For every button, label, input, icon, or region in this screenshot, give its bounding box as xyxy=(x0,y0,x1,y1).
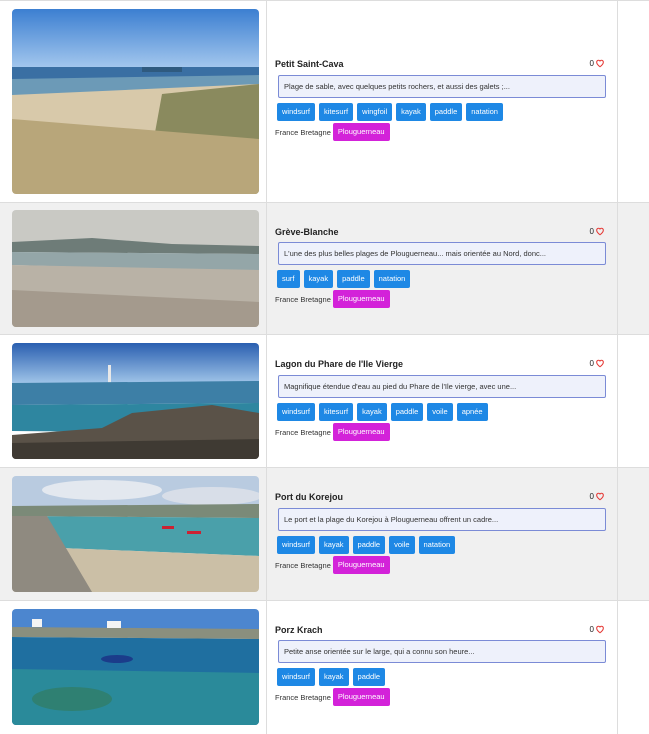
beach-info: Lagon du Phare de l'Ile Vierge 0 Magnifi… xyxy=(268,335,618,467)
list-item[interactable]: Grève-Blanche 0 L'une des plus belles pl… xyxy=(0,202,649,334)
beach-info: Port du Korejou 0 Le port et la plage du… xyxy=(268,468,618,600)
tag-windsurf[interactable]: windsurf xyxy=(277,103,315,121)
beach-title[interactable]: Port du Korejou xyxy=(275,492,343,502)
beach-photo[interactable] xyxy=(12,9,259,194)
like-counter[interactable]: 0 xyxy=(590,491,605,501)
beach-description: L'une des plus belles plages de Plouguer… xyxy=(278,242,606,265)
beach-info: Porz Krach 0 Petite anse orientée sur le… xyxy=(268,601,618,734)
beach-info: Grève-Blanche 0 L'une des plus belles pl… xyxy=(268,203,618,334)
list-item[interactable]: Petit Saint-Cava 0 Plage de sable, avec … xyxy=(0,0,649,202)
tag-voile[interactable]: voile xyxy=(427,403,453,421)
photo-cell xyxy=(0,1,267,202)
photo-cell xyxy=(0,335,267,467)
tag-paddle[interactable]: paddle xyxy=(337,270,370,288)
like-counter[interactable]: 0 xyxy=(590,358,605,368)
beach-description: Magnifique étendue d'eau au pied du Phar… xyxy=(278,375,606,398)
tag-paddle[interactable]: paddle xyxy=(352,668,386,686)
tag-windsurf[interactable]: windsurf xyxy=(277,536,315,554)
tag-natation[interactable]: natation xyxy=(418,536,456,554)
tag-kitesurf[interactable]: kitesurf xyxy=(318,103,354,121)
like-counter[interactable]: 0 xyxy=(590,624,605,634)
tag-kitesurf[interactable]: kitesurf xyxy=(318,403,354,421)
like-count: 0 xyxy=(589,226,594,236)
activity-tags: surf kayak paddle natation xyxy=(277,270,411,288)
city-badge[interactable]: Plouguerneau xyxy=(332,423,390,441)
beach-photo[interactable] xyxy=(12,476,259,592)
activity-tags: windsurf kitesurf kayak paddle voile apn… xyxy=(277,403,488,421)
beach-photo[interactable] xyxy=(12,609,259,725)
like-count: 0 xyxy=(589,624,594,634)
location-region: France Bretagne xyxy=(275,560,331,570)
tag-paddle[interactable]: paddle xyxy=(390,403,424,421)
location: France Bretagne Plouguerneau xyxy=(275,423,390,441)
city-badge[interactable]: Plouguerneau xyxy=(332,688,390,706)
beach-title[interactable]: Lagon du Phare de l'Ile Vierge xyxy=(275,359,403,369)
tag-kayak[interactable]: kayak xyxy=(357,403,387,421)
beach-info: Petit Saint-Cava 0 Plage de sable, avec … xyxy=(268,1,618,202)
location: France Bretagne Plouguerneau xyxy=(275,123,390,141)
beach-photo[interactable] xyxy=(12,210,259,327)
location-region: France Bretagne xyxy=(275,692,331,702)
tag-kayak[interactable]: kayak xyxy=(396,103,426,121)
like-count: 0 xyxy=(589,491,594,501)
heart-icon[interactable] xyxy=(595,624,605,634)
location-region: France Bretagne xyxy=(275,127,331,137)
tag-apnee[interactable]: apnée xyxy=(456,403,488,421)
beach-title[interactable]: Petit Saint-Cava xyxy=(275,59,344,69)
tag-wingfoil[interactable]: wingfoil xyxy=(357,103,393,121)
tag-natation[interactable]: natation xyxy=(373,270,411,288)
heart-icon[interactable] xyxy=(595,58,605,68)
photo-cell xyxy=(0,468,267,600)
tag-kayak[interactable]: kayak xyxy=(303,270,334,288)
list-item[interactable]: Lagon du Phare de l'Ile Vierge 0 Magnifi… xyxy=(0,334,649,467)
tag-voile[interactable]: voile xyxy=(389,536,415,554)
activity-tags: windsurf kayak paddle xyxy=(277,668,386,686)
city-badge[interactable]: Plouguerneau xyxy=(332,290,390,308)
beach-description: Le port et la plage du Korejou à Plougue… xyxy=(278,508,606,531)
heart-icon[interactable] xyxy=(595,491,605,501)
like-counter[interactable]: 0 xyxy=(590,58,605,68)
activity-tags: windsurf kayak paddle voile natation xyxy=(277,536,456,554)
list-item[interactable]: Port du Korejou 0 Le port et la plage du… xyxy=(0,467,649,600)
activity-tags: windsurf kitesurf wingfoil kayak paddle … xyxy=(277,103,503,121)
like-counter[interactable]: 0 xyxy=(590,226,605,236)
location: France Bretagne Plouguerneau xyxy=(275,556,390,574)
beach-description: Plage de sable, avec quelques petits roc… xyxy=(278,75,606,98)
photo-cell xyxy=(0,601,267,734)
tag-surf[interactable]: surf xyxy=(277,270,300,288)
like-count: 0 xyxy=(589,358,594,368)
tag-kayak[interactable]: kayak xyxy=(318,668,349,686)
tag-paddle[interactable]: paddle xyxy=(352,536,386,554)
location: France Bretagne Plouguerneau xyxy=(275,290,390,308)
heart-icon[interactable] xyxy=(595,358,605,368)
beach-title[interactable]: Grève-Blanche xyxy=(275,227,339,237)
location: France Bretagne Plouguerneau xyxy=(275,688,390,706)
tag-windsurf[interactable]: windsurf xyxy=(277,668,315,686)
list-item[interactable]: Porz Krach 0 Petite anse orientée sur le… xyxy=(0,600,649,734)
location-region: France Bretagne xyxy=(275,294,331,304)
heart-icon[interactable] xyxy=(595,226,605,236)
tag-kayak[interactable]: kayak xyxy=(318,536,349,554)
like-count: 0 xyxy=(589,58,594,68)
city-badge[interactable]: Plouguerneau xyxy=(332,123,390,141)
location-region: France Bretagne xyxy=(275,427,331,437)
city-badge[interactable]: Plouguerneau xyxy=(332,556,390,574)
beach-title[interactable]: Porz Krach xyxy=(275,625,323,635)
photo-cell xyxy=(0,203,267,334)
beach-description: Petite anse orientée sur le large, qui a… xyxy=(278,640,606,663)
beach-photo[interactable] xyxy=(12,343,259,459)
tag-windsurf[interactable]: windsurf xyxy=(277,403,315,421)
tag-paddle[interactable]: paddle xyxy=(429,103,463,121)
tag-natation[interactable]: natation xyxy=(466,103,503,121)
